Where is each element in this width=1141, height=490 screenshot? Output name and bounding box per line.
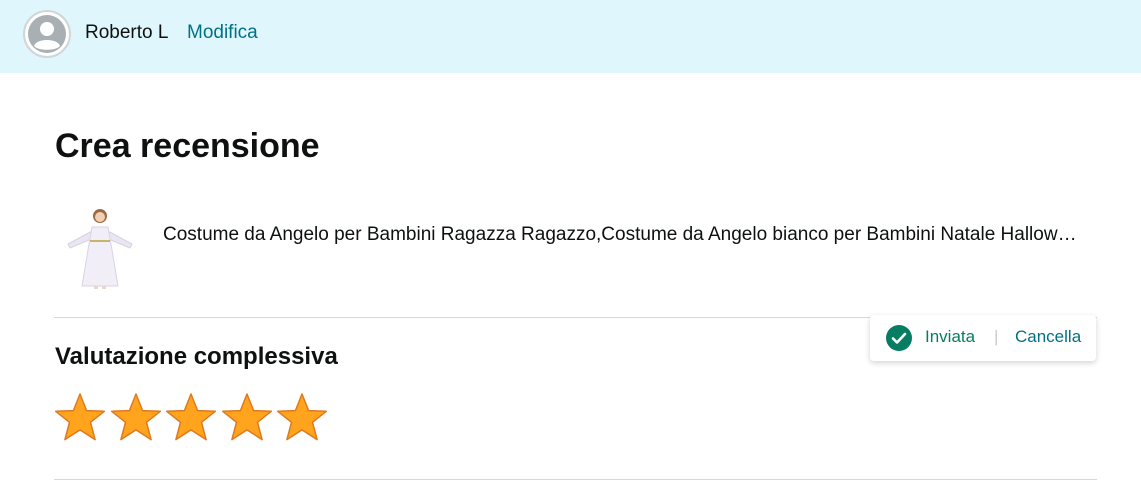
status-sent-label: Inviata (925, 327, 976, 346)
user-name: Roberto L (85, 22, 169, 43)
overall-rating-title: Valutazione complessiva (55, 343, 338, 370)
star-4-icon[interactable] (221, 392, 273, 444)
status-separator: | (994, 327, 999, 346)
star-3-icon[interactable] (165, 392, 217, 444)
section-divider-bottom (54, 479, 1097, 480)
product-image (60, 200, 140, 292)
star-5-icon[interactable] (276, 392, 328, 444)
star-1-icon[interactable] (54, 392, 106, 444)
edit-profile-link[interactable]: Modifica (187, 20, 258, 46)
page-title: Crea recensione (55, 127, 320, 165)
cancel-link[interactable]: Cancella (1015, 325, 1081, 349)
check-circle-icon (886, 325, 912, 351)
submission-status: Inviata | Cancella (870, 315, 1096, 361)
product-title[interactable]: Costume da Angelo per Bambini Ragazza Ra… (163, 222, 1081, 248)
profile-header: Roberto L Modifica (0, 0, 1141, 73)
user-avatar-icon[interactable] (23, 10, 71, 58)
star-2-icon[interactable] (110, 392, 162, 444)
